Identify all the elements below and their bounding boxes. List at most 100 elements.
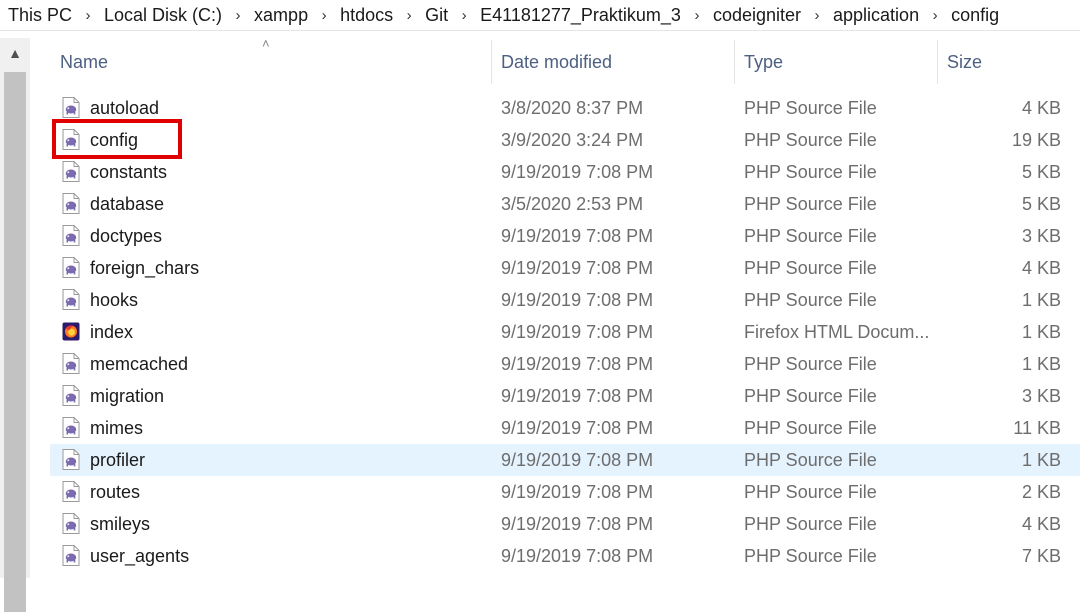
file-date-modified: 3/8/2020 8:37 PM — [501, 98, 644, 118]
breadcrumb-item[interactable]: E41181277_Praktikum_3 — [478, 5, 683, 26]
file-size: 4 KB — [1021, 514, 1061, 534]
file-name[interactable]: doctypes — [90, 220, 162, 252]
file-size: 1 KB — [1021, 290, 1061, 310]
file-name[interactable]: constants — [90, 156, 167, 188]
column-header-type[interactable]: Type — [735, 40, 938, 84]
file-size: 1 KB — [1021, 354, 1061, 374]
php-file-icon — [62, 481, 80, 502]
php-file-icon — [62, 257, 80, 278]
breadcrumb-separator-icon[interactable]: › — [803, 7, 831, 24]
file-row[interactable]: profiler 9/19/2019 7:08 PM PHP Source Fi… — [50, 444, 1080, 476]
file-row[interactable]: hooks 9/19/2019 7:08 PM PHP Source File … — [50, 284, 1080, 316]
breadcrumb-item[interactable]: codeigniter — [711, 5, 803, 26]
file-size: 7 KB — [1021, 546, 1061, 566]
php-file-icon — [62, 129, 80, 150]
file-type: PHP Source File — [744, 450, 877, 470]
firefox-html-icon — [62, 321, 80, 342]
file-row[interactable]: database 3/5/2020 2:53 PM PHP Source Fil… — [50, 188, 1080, 220]
php-file-icon — [62, 513, 80, 534]
file-row[interactable]: memcached 9/19/2019 7:08 PM PHP Source F… — [50, 348, 1080, 380]
file-type: PHP Source File — [744, 418, 877, 438]
file-type: Firefox HTML Docum... — [744, 322, 930, 342]
file-row[interactable]: index 9/19/2019 7:08 PM Firefox HTML Doc… — [50, 316, 1080, 348]
breadcrumb-separator-icon[interactable]: › — [224, 7, 252, 24]
file-type: PHP Source File — [744, 194, 877, 214]
breadcrumb-item[interactable]: Local Disk (C:) — [102, 5, 224, 26]
file-name[interactable]: memcached — [90, 348, 188, 380]
file-size: 3 KB — [1021, 386, 1061, 406]
file-name[interactable]: migration — [90, 380, 164, 412]
file-list: autoload 3/8/2020 8:37 PM PHP Source Fil… — [50, 92, 1080, 572]
php-file-icon — [62, 97, 80, 118]
file-row[interactable]: user_agents 9/19/2019 7:08 PM PHP Source… — [50, 540, 1080, 572]
file-row[interactable]: smileys 9/19/2019 7:08 PM PHP Source Fil… — [50, 508, 1080, 540]
php-file-icon — [62, 161, 80, 182]
file-name[interactable]: index — [90, 316, 133, 348]
file-date-modified: 9/19/2019 7:08 PM — [501, 290, 654, 310]
file-row[interactable]: routes 9/19/2019 7:08 PM PHP Source File… — [50, 476, 1080, 508]
file-row[interactable]: config 3/9/2020 3:24 PM PHP Source File … — [50, 124, 1080, 156]
php-file-icon — [62, 193, 80, 214]
file-name[interactable]: database — [90, 188, 164, 220]
file-name[interactable]: foreign_chars — [90, 252, 199, 284]
file-name[interactable]: user_agents — [90, 540, 189, 572]
file-date-modified: 9/19/2019 7:08 PM — [501, 418, 654, 438]
file-date-modified: 9/19/2019 7:08 PM — [501, 482, 654, 502]
breadcrumb-separator-icon[interactable]: › — [921, 7, 949, 24]
breadcrumb-separator-icon[interactable]: › — [310, 7, 338, 24]
file-size: 3 KB — [1021, 226, 1061, 246]
file-row[interactable]: foreign_chars 9/19/2019 7:08 PM PHP Sour… — [50, 252, 1080, 284]
breadcrumb-item[interactable]: config — [949, 5, 1001, 26]
breadcrumb-item[interactable]: htdocs — [338, 5, 395, 26]
file-type: PHP Source File — [744, 354, 877, 374]
file-date-modified: 9/19/2019 7:08 PM — [501, 226, 654, 246]
file-row[interactable]: doctypes 9/19/2019 7:08 PM PHP Source Fi… — [50, 220, 1080, 252]
file-row[interactable]: mimes 9/19/2019 7:08 PM PHP Source File … — [50, 412, 1080, 444]
breadcrumb-item[interactable]: xampp — [252, 5, 310, 26]
column-header-name[interactable]: Name — [50, 40, 492, 84]
breadcrumb-separator-icon[interactable]: › — [74, 7, 102, 24]
php-file-icon — [62, 289, 80, 310]
file-size: 4 KB — [1021, 98, 1061, 118]
php-file-icon — [62, 417, 80, 438]
scrollbar-thumb[interactable] — [4, 72, 26, 612]
file-type: PHP Source File — [744, 162, 877, 182]
breadcrumb-separator-icon[interactable]: › — [450, 7, 478, 24]
breadcrumb-separator-icon[interactable]: › — [395, 7, 423, 24]
file-date-modified: 9/19/2019 7:08 PM — [501, 162, 654, 182]
breadcrumb-item[interactable]: Git — [423, 5, 450, 26]
file-date-modified: 9/19/2019 7:08 PM — [501, 450, 654, 470]
file-date-modified: 3/9/2020 3:24 PM — [501, 130, 644, 150]
file-type: PHP Source File — [744, 290, 877, 310]
file-type: PHP Source File — [744, 258, 877, 278]
column-header-size[interactable]: Size — [938, 40, 1073, 84]
php-file-icon — [62, 353, 80, 374]
file-type: PHP Source File — [744, 386, 877, 406]
file-name[interactable]: hooks — [90, 284, 138, 316]
file-name[interactable]: routes — [90, 476, 140, 508]
file-row[interactable]: constants 9/19/2019 7:08 PM PHP Source F… — [50, 156, 1080, 188]
file-size: 1 KB — [1021, 450, 1061, 470]
file-name[interactable]: mimes — [90, 412, 143, 444]
file-date-modified: 9/19/2019 7:08 PM — [501, 258, 654, 278]
file-date-modified: 9/19/2019 7:08 PM — [501, 322, 654, 342]
file-type: PHP Source File — [744, 546, 877, 566]
file-type: PHP Source File — [744, 98, 877, 118]
file-name[interactable]: smileys — [90, 508, 150, 540]
file-row[interactable]: migration 9/19/2019 7:08 PM PHP Source F… — [50, 380, 1080, 412]
file-row[interactable]: autoload 3/8/2020 8:37 PM PHP Source Fil… — [50, 92, 1080, 124]
breadcrumb-item[interactable]: application — [831, 5, 921, 26]
address-breadcrumb[interactable]: This PC › Local Disk (C:) › xampp › htdocs › Git… — [0, 0, 1080, 31]
file-name[interactable]: config — [90, 124, 138, 156]
file-name[interactable]: autoload — [90, 92, 159, 124]
file-type: PHP Source File — [744, 482, 877, 502]
file-size: 19 KB — [1011, 130, 1061, 150]
column-header-date-modified[interactable]: Date modified — [492, 40, 735, 84]
breadcrumb-separator-icon[interactable]: › — [683, 7, 711, 24]
scroll-up-icon[interactable]: ▲ — [0, 38, 30, 68]
breadcrumb-item[interactable]: This PC — [0, 5, 74, 26]
file-size: 11 KB — [1013, 418, 1061, 438]
file-date-modified: 9/19/2019 7:08 PM — [501, 386, 654, 406]
file-name[interactable]: profiler — [90, 444, 145, 476]
vertical-scrollbar[interactable]: ▲ — [0, 38, 30, 612]
